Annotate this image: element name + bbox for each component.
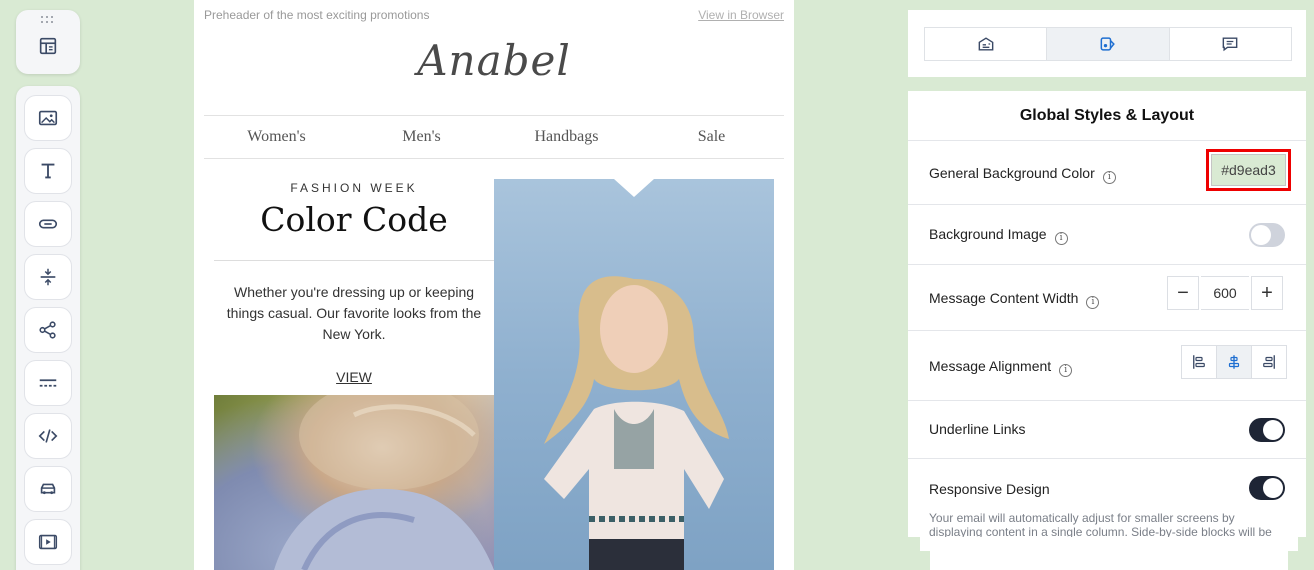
nav-link-handbags[interactable]: Handbags	[494, 116, 639, 158]
content-width-label: Message Content Width i	[929, 290, 1100, 309]
underline-links-row: Underline Links	[908, 401, 1306, 459]
align-center-button[interactable]	[1217, 346, 1252, 378]
layout-icon	[39, 37, 57, 55]
align-right-icon	[1263, 355, 1275, 369]
html-block-button[interactable]	[24, 413, 72, 459]
text-icon	[41, 163, 55, 179]
info-icon[interactable]: i	[1086, 296, 1100, 309]
align-left-button[interactable]	[1182, 346, 1217, 378]
bg-image-toggle[interactable]	[1249, 223, 1285, 247]
panel-title: Global Styles & Layout	[908, 91, 1306, 141]
nav-link-womens[interactable]: Women's	[204, 116, 349, 158]
responsive-help-text: Your email will automatically adjust for…	[929, 511, 1272, 537]
bg-color-row: General Background Color i #d9ead3	[908, 141, 1306, 205]
preheader-text[interactable]: Preheader of the most exciting promotion…	[204, 8, 429, 22]
spacer-icon	[40, 268, 56, 286]
social-block-button[interactable]	[24, 307, 72, 353]
tab-comments[interactable]	[1170, 28, 1291, 60]
settings-tabs	[924, 27, 1292, 61]
nav-link-sale[interactable]: Sale	[639, 116, 784, 158]
text-block-button[interactable]	[24, 148, 72, 194]
divider-line	[214, 260, 494, 261]
code-icon	[38, 429, 58, 443]
drag-handle-icon[interactable]	[41, 16, 55, 24]
bg-image-row: Background Image i	[908, 205, 1306, 265]
product-icon	[40, 483, 56, 495]
decrement-button[interactable]: −	[1167, 276, 1199, 310]
align-right-button[interactable]	[1252, 346, 1286, 378]
tab-styles[interactable]	[1047, 28, 1170, 60]
panel-stack-edge	[920, 537, 1298, 551]
fashion-photo-right[interactable]	[494, 179, 774, 570]
divider-icon	[39, 379, 57, 387]
underline-links-toggle[interactable]	[1249, 418, 1285, 442]
blocks-toolbar	[16, 86, 80, 570]
photo-notch	[614, 179, 654, 197]
alignment-buttons	[1181, 345, 1287, 379]
view-in-browser-link[interactable]: View in Browser	[698, 8, 784, 22]
layout-button[interactable]	[28, 26, 68, 66]
kicker-text[interactable]: FASHION WEEK	[214, 181, 494, 195]
description-text[interactable]: Whether you're dressing up or keeping th…	[224, 282, 484, 345]
spacer-block-button[interactable]	[24, 254, 72, 300]
comment-icon	[1222, 37, 1238, 52]
photo-illustration-left	[274, 395, 494, 570]
underline-links-label: Underline Links	[929, 421, 1026, 437]
headline-text[interactable]: Color Code	[214, 200, 494, 239]
photo-illustration-right	[544, 276, 729, 570]
email-nav-menu: Women's Men's Handbags Sale	[204, 115, 784, 159]
panel-stack-edge-2	[930, 551, 1288, 570]
bg-color-label: General Background Color i	[929, 165, 1116, 184]
nav-link-mens[interactable]: Men's	[349, 116, 494, 158]
image-icon	[38, 110, 58, 126]
responsive-design-toggle[interactable]	[1249, 476, 1285, 500]
toolbar-top-panel	[16, 10, 80, 74]
button-block-button[interactable]	[24, 201, 72, 247]
global-styles-panel: Global Styles & Layout General Backgroun…	[908, 91, 1306, 537]
align-center-icon	[1228, 355, 1240, 369]
fashion-photo-left[interactable]	[214, 395, 494, 570]
info-icon[interactable]: i	[1059, 364, 1073, 377]
tab-content[interactable]	[925, 28, 1048, 60]
content-width-stepper: − 600 +	[1167, 276, 1283, 310]
bg-color-highlight: #d9ead3	[1206, 149, 1291, 191]
email-canvas[interactable]: Preheader of the most exciting promotion…	[194, 0, 794, 570]
content-width-value[interactable]: 600	[1201, 276, 1249, 310]
alignment-label: Message Alignment i	[929, 358, 1073, 377]
content-width-row: Message Content Width i − 600 +	[908, 265, 1306, 331]
settings-tabs-container	[908, 10, 1306, 77]
content-icon	[978, 37, 994, 51]
bg-color-swatch[interactable]: #d9ead3	[1211, 154, 1286, 186]
responsive-design-label: Responsive Design	[929, 481, 1050, 497]
align-left-icon	[1193, 355, 1205, 369]
info-icon[interactable]: i	[1054, 232, 1068, 245]
alignment-row: Message Alignment i	[908, 331, 1306, 401]
image-block-button[interactable]	[24, 95, 72, 141]
view-cta-link[interactable]: VIEW	[214, 369, 494, 385]
divider-block-button[interactable]	[24, 360, 72, 406]
info-icon[interactable]: i	[1102, 171, 1116, 184]
increment-button[interactable]: +	[1251, 276, 1283, 310]
share-icon	[39, 321, 56, 339]
video-icon	[38, 534, 58, 550]
button-icon	[38, 219, 58, 229]
bg-image-label: Background Image i	[929, 226, 1068, 245]
brand-logo[interactable]: Anabel	[194, 36, 794, 85]
product-block-button[interactable]	[24, 466, 72, 512]
paint-bucket-icon	[1100, 37, 1115, 51]
video-block-button[interactable]	[24, 519, 72, 565]
